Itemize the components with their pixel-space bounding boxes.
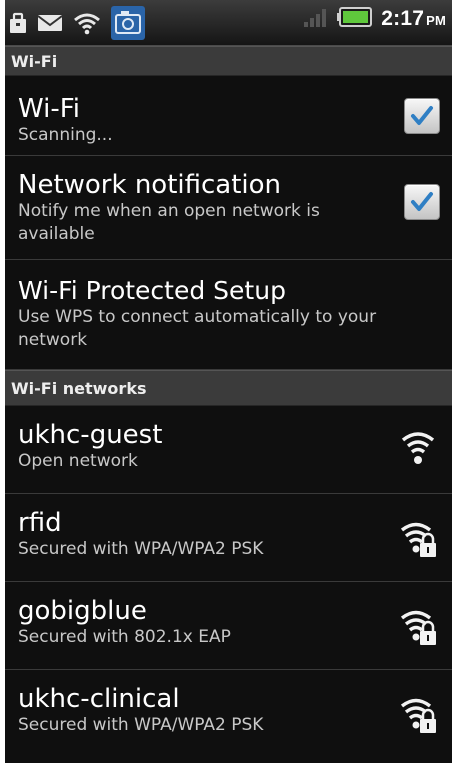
- clock: 2:17 PM: [381, 7, 446, 30]
- network-security: Secured with WPA/WPA2 PSK: [18, 539, 264, 559]
- section-header-wifi-networks: Wi-Fi networks: [5, 370, 452, 406]
- status-bar: 2:17 PM: [5, 0, 452, 46]
- wifi-locked-icon: [400, 698, 436, 733]
- system-icons: 2:17 PM: [303, 6, 446, 32]
- checkmark-icon: [411, 106, 433, 125]
- wps-row[interactable]: Wi-Fi Protected Setup Use WPS to connect…: [5, 260, 452, 370]
- wps-title: Wi-Fi Protected Setup: [18, 276, 286, 305]
- network-notification-description: Notify me when an open network is availa…: [18, 201, 320, 244]
- wifi-toggle-title: Wi-Fi: [18, 94, 81, 124]
- battery-icon: [337, 6, 373, 32]
- briefcase-icon: [9, 12, 27, 38]
- cell-signal-icon: [303, 6, 329, 32]
- wifi-toggle-row[interactable]: Wi-Fi Scanning...: [5, 76, 452, 156]
- mail-icon: [37, 13, 63, 37]
- wifi-toggle-status: Scanning...: [18, 125, 113, 145]
- network-security: Secured with 802.1x EAP: [18, 627, 231, 647]
- section-header-wifi: Wi-Fi: [5, 46, 452, 76]
- notification-icons: [9, 6, 145, 44]
- network-item[interactable]: ukhc-clinical Secured with WPA/WPA2 PSK: [5, 670, 452, 758]
- wifi-locked-icon: [400, 522, 436, 557]
- network-item[interactable]: rfid Secured with WPA/WPA2 PSK: [5, 494, 452, 582]
- network-notification-checkbox[interactable]: [404, 184, 440, 220]
- network-security: Secured with WPA/WPA2 PSK: [18, 715, 264, 735]
- network-item[interactable]: gobigblue Secured with 802.1x EAP: [5, 582, 452, 670]
- network-name: gobigblue: [18, 596, 147, 626]
- android-wifi-settings: 2:17 PM Wi-Fi Wi-Fi Scanning... Network n…: [5, 0, 452, 763]
- camera-icon: [111, 6, 145, 44]
- network-name: rfid: [18, 508, 62, 538]
- wifi-open-icon: [401, 432, 435, 464]
- wifi-checkbox[interactable]: [404, 98, 440, 134]
- network-name: ukhc-guest: [18, 420, 163, 450]
- wifi-signal-icon: [73, 11, 101, 39]
- network-item[interactable]: ukhc-guest Open network: [5, 406, 452, 494]
- checkmark-icon: [411, 192, 433, 211]
- network-security: Open network: [18, 451, 138, 471]
- wps-description: Use WPS to connect automatically to your…: [18, 307, 377, 350]
- network-notification-title: Network notification: [18, 170, 282, 200]
- network-notification-row[interactable]: Network notification Notify me when an o…: [5, 156, 452, 260]
- network-name: ukhc-clinical: [18, 684, 180, 714]
- wifi-locked-icon: [400, 610, 436, 645]
